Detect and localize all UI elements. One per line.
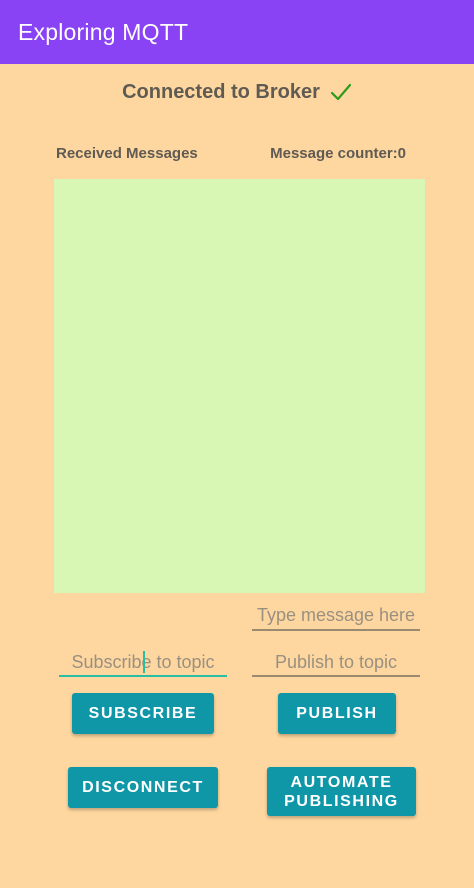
message-input[interactable] bbox=[252, 598, 420, 632]
publish-button[interactable]: PUBLISH bbox=[278, 693, 396, 734]
status-text: Connected to Broker bbox=[122, 80, 320, 103]
publish-topic-input[interactable] bbox=[252, 645, 420, 679]
automate-publishing-button[interactable]: AUTOMATE PUBLISHING bbox=[267, 767, 416, 816]
app-title: Exploring MQTT bbox=[18, 18, 189, 45]
automate-label-line2: PUBLISHING bbox=[284, 792, 399, 810]
message-input-underline bbox=[252, 629, 420, 631]
text-cursor bbox=[143, 651, 145, 673]
subscribe-topic-underline bbox=[59, 675, 227, 677]
publish-topic-underline bbox=[252, 675, 420, 677]
received-messages-label: Received Messages bbox=[56, 145, 198, 162]
connection-status: Connected to Broker bbox=[0, 76, 474, 108]
message-counter-label: Message counter:0 bbox=[270, 145, 406, 162]
check-icon bbox=[330, 81, 352, 103]
app-bar: Exploring MQTT bbox=[0, 0, 474, 64]
subscribe-button[interactable]: SUBSCRIBE bbox=[72, 693, 214, 734]
received-messages-area[interactable] bbox=[54, 179, 425, 593]
automate-label-line1: AUTOMATE bbox=[290, 773, 393, 791]
disconnect-button[interactable]: DISCONNECT bbox=[68, 767, 218, 808]
